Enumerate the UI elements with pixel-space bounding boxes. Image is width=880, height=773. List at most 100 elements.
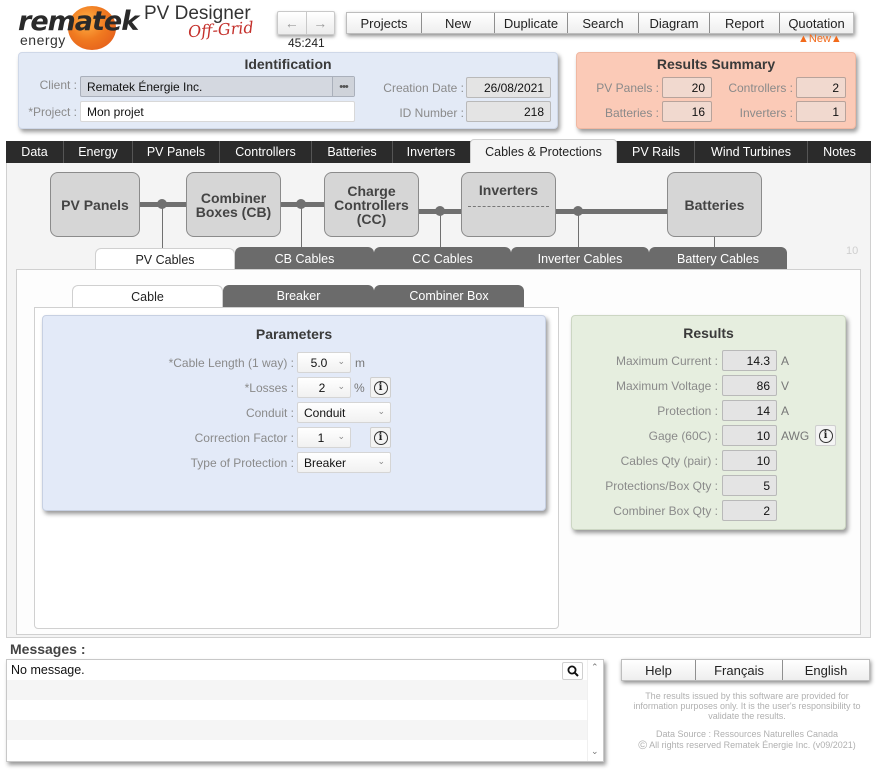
project-label: *Project :: [28, 105, 77, 119]
summary-pv-panels-label: PV Panels :: [596, 81, 659, 95]
tab-cc-cables[interactable]: CC Cables: [374, 247, 511, 270]
tab-wind-turbines[interactable]: Wind Turbines: [695, 141, 807, 163]
protections-box-qty-label: Protections/Box Qty :: [605, 479, 718, 493]
tab-pv-panels[interactable]: PV Panels: [133, 141, 219, 163]
tab-inverters[interactable]: Inverters: [393, 141, 469, 163]
tab-pv-rails[interactable]: PV Rails: [618, 141, 694, 163]
summary-batteries-value: 16: [662, 101, 712, 122]
client-value: Rematek Énergie Inc.: [87, 79, 203, 94]
correction-info-button[interactable]: i: [370, 427, 391, 448]
scroll-down-icon[interactable]: ⌄: [591, 746, 599, 757]
duplicate-button[interactable]: Duplicate: [494, 13, 567, 33]
parameters-title: Parameters: [255, 326, 333, 342]
tab-pv-cables[interactable]: PV Cables: [95, 248, 235, 270]
arrow-left-icon[interactable]: ←: [278, 12, 306, 34]
tab-data[interactable]: Data: [6, 141, 63, 163]
logo-subword: energy: [20, 32, 66, 48]
info-icon: i: [373, 430, 388, 445]
chevron-down-icon: ⌄: [337, 431, 345, 441]
diagram-combiner-boxes[interactable]: Combiner Boxes (CB): [186, 172, 281, 237]
gage-unit: AWG: [781, 429, 810, 443]
cable-length-unit: m: [355, 356, 365, 370]
diagram-inverters[interactable]: Inverters: [461, 172, 556, 237]
message-row: [7, 740, 587, 760]
messages-scrollbar[interactable]: ⌃ ⌄: [587, 660, 603, 761]
max-current-value: 14.3: [722, 350, 777, 371]
summary-controllers-value: 2: [796, 77, 846, 98]
chevron-down-icon: ⌄: [377, 406, 385, 416]
protection-unit: A: [781, 404, 790, 418]
messages-label: Messages :: [10, 641, 86, 657]
chevron-down-icon: ⌄: [377, 456, 385, 466]
creation-date-label: Creation Date :: [383, 81, 464, 95]
diagram-button[interactable]: Diagram: [638, 13, 709, 33]
tab-inverter-cables[interactable]: Inverter Cables: [511, 247, 649, 270]
tab-combiner-box[interactable]: Combiner Box: [374, 285, 524, 307]
help-button[interactable]: Help: [622, 660, 695, 680]
connector-line: [555, 209, 668, 214]
losses-value: 2: [318, 380, 326, 395]
tab-cb-cables[interactable]: CB Cables: [235, 247, 374, 270]
message-search-button[interactable]: [562, 662, 583, 680]
data-source-text: Data Source : Ressources Naturelles Cana…: [655, 729, 839, 739]
max-voltage-unit: V: [781, 379, 790, 393]
junction-dot: [435, 206, 445, 216]
tab-controllers[interactable]: Controllers: [220, 141, 311, 163]
english-button[interactable]: English: [782, 660, 869, 680]
cable-length-select[interactable]: 5.0 ⌄: [297, 352, 351, 373]
message-row: [7, 680, 587, 700]
creation-date-value: 26/08/2021: [466, 77, 551, 98]
message-row: [7, 700, 587, 720]
losses-select[interactable]: 2 ⌄: [297, 377, 351, 398]
id-number-value: 218: [466, 101, 551, 122]
diagram-charge-controllers[interactable]: Charge Controllers (CC): [324, 172, 419, 237]
combiner-box-qty-value: 2: [722, 500, 777, 521]
tab-breaker[interactable]: Breaker: [223, 285, 374, 307]
tab-battery-cables[interactable]: Battery Cables: [649, 247, 787, 270]
rematek-logo: rematek energy: [10, 4, 140, 50]
losses-info-button[interactable]: i: [370, 377, 391, 398]
diagram-pv-panels[interactable]: PV Panels: [50, 172, 140, 237]
message-row: [7, 720, 587, 740]
max-voltage-label: Maximum Voltage :: [615, 379, 718, 393]
tab-batteries[interactable]: Batteries: [312, 141, 392, 163]
search-button[interactable]: Search: [567, 13, 638, 33]
identification-title: Identification: [244, 56, 332, 72]
protection-type-value: Breaker: [304, 455, 347, 470]
gage-info-button[interactable]: i: [815, 425, 836, 446]
summary-pv-panels-value: 20: [662, 77, 712, 98]
projects-button[interactable]: Projects: [347, 13, 421, 33]
francais-button[interactable]: Français: [695, 660, 782, 680]
report-button[interactable]: Report: [709, 13, 779, 33]
messages-list: No message. ⌃ ⌄: [6, 659, 604, 762]
combiner-box-qty-label: Combiner Box Qty :: [613, 504, 718, 518]
parameters-panel: Parameters *Cable Length (1 way) : 5.0 ⌄…: [42, 315, 546, 511]
gage-label: Gage (60C) :: [648, 429, 718, 443]
cable-link-line: [578, 211, 579, 248]
max-voltage-value: 86: [722, 375, 777, 396]
conduit-value: Conduit: [304, 405, 346, 420]
scroll-up-icon[interactable]: ⌃: [591, 662, 599, 673]
correction-factor-select[interactable]: 1 ⌄: [297, 427, 351, 448]
tab-cables-protections[interactable]: Cables & Protections: [470, 139, 617, 163]
new-badge: ▲New▲: [798, 33, 842, 45]
cable-link-line: [301, 204, 302, 248]
inverter-divider: [468, 206, 549, 207]
quotation-button[interactable]: Quotation: [779, 13, 853, 33]
client-more-button[interactable]: •••: [332, 77, 354, 96]
tab-notes[interactable]: Notes: [808, 141, 871, 163]
arrow-right-icon[interactable]: →: [305, 12, 335, 34]
tab-energy[interactable]: Energy: [64, 141, 132, 163]
protection-type-select[interactable]: Breaker ⌄: [297, 452, 391, 473]
info-icon: i: [373, 380, 388, 395]
diagram-batteries[interactable]: Batteries: [667, 172, 762, 237]
copyright-icon: ©: [638, 738, 648, 752]
app-subtitle: Off-Grid: [187, 17, 255, 42]
tab-cable[interactable]: Cable: [72, 285, 223, 307]
cables-qty-label: Cables Qty (pair) :: [620, 454, 718, 468]
new-button[interactable]: New: [421, 13, 494, 33]
conduit-select[interactable]: Conduit ⌄: [297, 402, 391, 423]
client-field[interactable]: Rematek Énergie Inc. •••: [80, 76, 355, 97]
protections-box-qty-value: 5: [722, 475, 777, 496]
project-input[interactable]: Mon projet: [80, 101, 355, 122]
